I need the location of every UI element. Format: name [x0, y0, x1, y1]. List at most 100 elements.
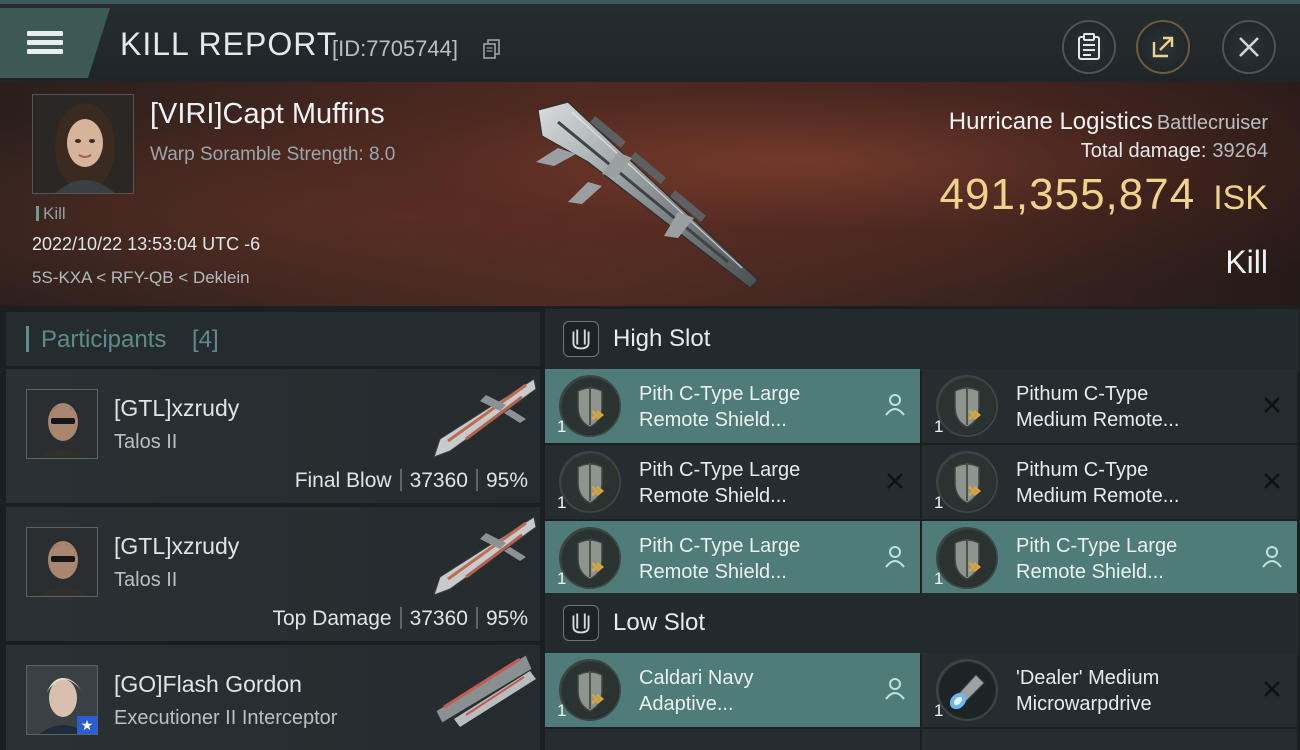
high-slot-title: High Slot [613, 325, 711, 352]
module-name-line2: Medium Remote... [1016, 485, 1180, 507]
module-name: Pith C-Type Large Remote Shield... [639, 381, 859, 433]
participant-name[interactable]: [GTL]xzrudy [114, 395, 239, 422]
participant-ship: Talos II [114, 431, 178, 453]
hamburger-menu-icon-bar [27, 40, 63, 45]
module-name-line1: Pith C-Type Large [639, 383, 801, 405]
shield-module-icon [562, 454, 618, 510]
module-name: Pithum C-Type Medium Remote... [1016, 457, 1236, 509]
low-slot-header: Low Slot [545, 593, 1299, 655]
participants-accent-bar [26, 326, 29, 352]
x-icon [1264, 681, 1280, 697]
clipboard-button[interactable] [1062, 20, 1116, 74]
kill-location[interactable]: 5S-KXA < RFY-QB < Deklein [32, 268, 250, 288]
module-icon [936, 527, 998, 589]
module-item[interactable]: 1 Pith C-Type Large Remote Shield... [545, 521, 920, 595]
participant-portrait[interactable] [26, 389, 98, 459]
victim-ship-name[interactable]: Hurricane Logistics Battlecruiser [949, 108, 1268, 136]
module-icon [559, 451, 621, 513]
module-quantity: 1 [934, 493, 944, 512]
participant-portrait[interactable]: ★ [26, 665, 98, 735]
page-title: KILL REPORT [120, 26, 338, 62]
low-slot-title: Low Slot [613, 609, 706, 636]
module-icon [559, 527, 621, 589]
x-icon [887, 473, 903, 489]
hamburger-menu-icon [27, 31, 63, 36]
module-name: Pith C-Type Large Remote Shield... [639, 533, 859, 585]
close-icon [1239, 37, 1259, 57]
separator [475, 607, 478, 629]
kill-tag-bar [36, 206, 39, 221]
module-item[interactable]: 1 Pith C-Type Large Remote Shield... [545, 445, 920, 519]
microwarpdrive-module-icon [939, 662, 995, 718]
isk-value-row: 491,355,874 ISK [940, 170, 1269, 220]
shield-module-icon [562, 530, 618, 586]
avatar [27, 528, 97, 596]
module-name: Pith C-Type Large Remote Shield... [1016, 533, 1236, 585]
module-item[interactable]: 1 Pith C-Type Large Remote Shield... [545, 369, 920, 443]
kill-datetime: 2022/10/22 13:53:04 UTC -6 [32, 234, 261, 254]
module-item[interactable]: 1 'Dealer' Medium Microwarpdrive [922, 653, 1297, 727]
participant-card[interactable]: [GTL]xzrudy Talos II Final Blow 37360 95% [6, 369, 540, 503]
copy-icon[interactable] [483, 39, 501, 59]
module-icon [936, 659, 998, 721]
victim-ship-image [536, 101, 759, 289]
kill-summary: [VIRI]Capt Muffins Warp Soramble Strengt… [0, 82, 1300, 306]
hamburger-menu-icon-bar [27, 49, 63, 54]
victim-avatar [33, 95, 133, 193]
header-bar: KILL REPORT [ID:7705744] [0, 0, 1300, 82]
module-item[interactable]: 1 Pith C-Type Large Remote Shield... [922, 521, 1297, 595]
module-item[interactable]: 1 Pithum C-Type Medium Remote... [922, 369, 1297, 443]
share-icon [1152, 36, 1174, 58]
module-name-line2: Microwarpdrive [1016, 693, 1152, 715]
module-icon [559, 375, 621, 437]
module-name-line2: Medium Remote... [1016, 409, 1180, 431]
slot-icon [563, 605, 599, 641]
total-damage-label: Total damage: [1080, 140, 1207, 162]
person-icon [1262, 546, 1282, 568]
separator [399, 607, 402, 629]
module-item-partial[interactable] [922, 729, 1297, 750]
victim-name[interactable]: [VIRI]Capt Muffins [150, 98, 385, 131]
participant-card[interactable]: [GTL]xzrudy Talos II Top Damage 37360 95% [6, 507, 540, 641]
ship-name-text: Hurricane Logistics [948, 108, 1153, 135]
module-name: Pithum C-Type Medium Remote... [1016, 381, 1236, 433]
module-item[interactable]: 1 Caldari Navy Adaptive... [545, 653, 920, 727]
total-damage-value: 39264 [1212, 140, 1268, 162]
clipboard-icon [1078, 33, 1100, 60]
participants-title: Participants [41, 326, 167, 353]
module-quantity: 1 [934, 417, 944, 436]
shield-module-icon [562, 378, 618, 434]
ship-class: Battlecruiser [1156, 112, 1268, 134]
participant-card[interactable]: ★ [GO]Flash Gordon Executioner II Interc… [6, 645, 540, 750]
participant-name[interactable]: [GTL]xzrudy [114, 533, 239, 560]
module-item-partial[interactable] [545, 729, 920, 750]
module-item[interactable]: 1 Pithum C-Type Medium Remote... [922, 445, 1297, 519]
high-slot-header: High Slot [545, 309, 1299, 371]
module-name-line2: Remote Shield... [639, 485, 787, 507]
separator [399, 469, 402, 491]
close-button[interactable] [1222, 20, 1276, 74]
module-quantity: 1 [934, 701, 944, 720]
module-name-line2: Adaptive... [639, 693, 734, 715]
participant-portrait[interactable] [26, 527, 98, 597]
participant-role: Top Damage [272, 607, 392, 630]
module-name: Caldari Navy Adaptive... [639, 665, 859, 717]
participant-name[interactable]: [GO]Flash Gordon [114, 671, 302, 698]
participant-ship-image [435, 654, 536, 727]
share-button[interactable] [1136, 20, 1190, 74]
participant-ship: Talos II [114, 569, 178, 591]
menu-button[interactable] [0, 8, 110, 78]
kill-tag: Kill [36, 204, 66, 224]
person-icon [885, 394, 905, 416]
participant-damage: 37360 [409, 607, 468, 630]
module-quantity: 1 [557, 701, 567, 720]
participant-damage: 37360 [409, 469, 468, 492]
x-icon [1264, 397, 1280, 413]
module-name: 'Dealer' Medium Microwarpdrive [1016, 665, 1236, 717]
participant-ship-image [433, 378, 537, 458]
victim-portrait[interactable] [32, 94, 134, 194]
module-quantity: 1 [557, 493, 567, 512]
module-name-line2: Remote Shield... [1016, 561, 1164, 583]
module-name-line1: Pithum C-Type [1016, 459, 1149, 481]
participant-stats: Final Blow 37360 95% [295, 469, 528, 493]
